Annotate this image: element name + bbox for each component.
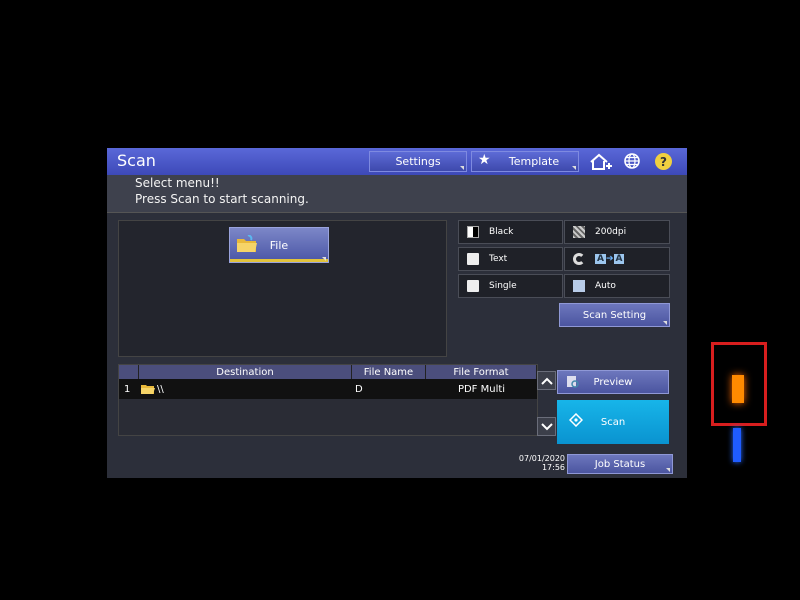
preview-label: Preview xyxy=(593,376,633,388)
scroll-up-button[interactable] xyxy=(537,371,556,390)
function-panel: File xyxy=(118,220,447,357)
destination-path: \\ xyxy=(157,383,164,395)
auto-button[interactable]: Auto xyxy=(564,274,670,298)
file-name-value: D xyxy=(355,383,363,395)
scroll-down-button[interactable] xyxy=(537,417,556,436)
selected-indicator xyxy=(230,259,328,262)
date-value: 07/01/2020 xyxy=(518,454,565,463)
folder-open-icon xyxy=(141,379,155,399)
resolution-icon xyxy=(573,226,585,238)
blue-led-indicator xyxy=(733,428,741,462)
text-document-icon xyxy=(467,253,479,265)
table-header-number xyxy=(119,365,139,379)
settings-button[interactable]: Settings xyxy=(369,151,467,172)
table-header-destination: Destination xyxy=(139,365,352,379)
globe-icon[interactable] xyxy=(623,152,641,174)
chevron-down-icon xyxy=(540,422,553,430)
auto-label: Auto xyxy=(595,281,616,291)
screen-title: Scan xyxy=(117,151,156,170)
file-button[interactable]: File xyxy=(229,227,329,263)
table-header-file-format: File Format xyxy=(426,365,537,379)
scan-button[interactable]: Scan xyxy=(557,400,669,444)
table-header-file-name: File Name xyxy=(352,365,426,379)
printer-touchscreen: Scan Settings ★ Template ? Select menu!!… xyxy=(107,148,687,478)
rotation-button[interactable]: A ➔ A xyxy=(564,247,670,271)
original-mode-label: Text xyxy=(489,254,508,264)
message-area: Select menu!! Press Scan to start scanni… xyxy=(107,175,687,213)
resolution-button[interactable]: 200dpi xyxy=(564,220,670,244)
color-mode-button[interactable]: Black xyxy=(458,220,563,244)
scan-setting-label: Scan Setting xyxy=(582,309,647,321)
date-time: 07/01/2020 17:56 xyxy=(509,454,565,472)
template-label: Template xyxy=(508,155,560,168)
folder-icon xyxy=(236,234,258,252)
scan-start-icon xyxy=(568,412,584,430)
sides-label: Single xyxy=(489,281,517,291)
corner-indicator-icon xyxy=(572,166,576,170)
star-icon: ★ xyxy=(478,152,491,168)
original-mode-button[interactable]: Text xyxy=(458,247,563,271)
title-bar: Scan Settings ★ Template ? xyxy=(107,148,687,175)
corner-indicator-icon xyxy=(666,468,670,472)
preview-button[interactable]: Preview xyxy=(557,370,669,394)
row-number: 1 xyxy=(124,383,131,395)
auto-size-icon xyxy=(573,280,585,292)
help-icon[interactable]: ? xyxy=(655,153,672,170)
file-format-value: PDF Multi xyxy=(457,383,506,395)
message-line-2: Press Scan to start scanning. xyxy=(135,192,309,206)
scan-label: Scan xyxy=(600,416,626,428)
orange-led-indicator xyxy=(732,375,744,403)
job-status-label: Job Status xyxy=(594,458,646,470)
color-mode-label: Black xyxy=(489,227,514,237)
scan-setting-button[interactable]: Scan Setting xyxy=(559,303,670,327)
home-add-icon[interactable] xyxy=(589,152,613,176)
job-status-button[interactable]: Job Status xyxy=(567,454,673,474)
rotate-icon xyxy=(573,253,585,265)
resolution-label: 200dpi xyxy=(595,227,627,237)
message-line-1: Select menu!! xyxy=(135,176,220,190)
sides-button[interactable]: Single xyxy=(458,274,563,298)
corner-indicator-icon xyxy=(663,321,667,325)
table-row[interactable]: 1 \\ D PDF Multi xyxy=(119,379,537,399)
preview-icon xyxy=(566,375,580,392)
single-side-icon xyxy=(467,280,479,292)
destination-table: Destination File Name File Format 1 \\ D… xyxy=(118,364,556,436)
corner-indicator-icon xyxy=(322,257,326,261)
corner-indicator-icon xyxy=(460,166,464,170)
a-to-a-icon: A ➔ A xyxy=(595,254,625,264)
time-value: 17:56 xyxy=(541,463,565,472)
template-button[interactable]: ★ Template xyxy=(471,151,579,172)
chevron-up-icon xyxy=(540,377,553,385)
file-label: File xyxy=(269,238,289,252)
settings-label: Settings xyxy=(395,155,441,168)
black-mode-icon xyxy=(467,226,479,238)
